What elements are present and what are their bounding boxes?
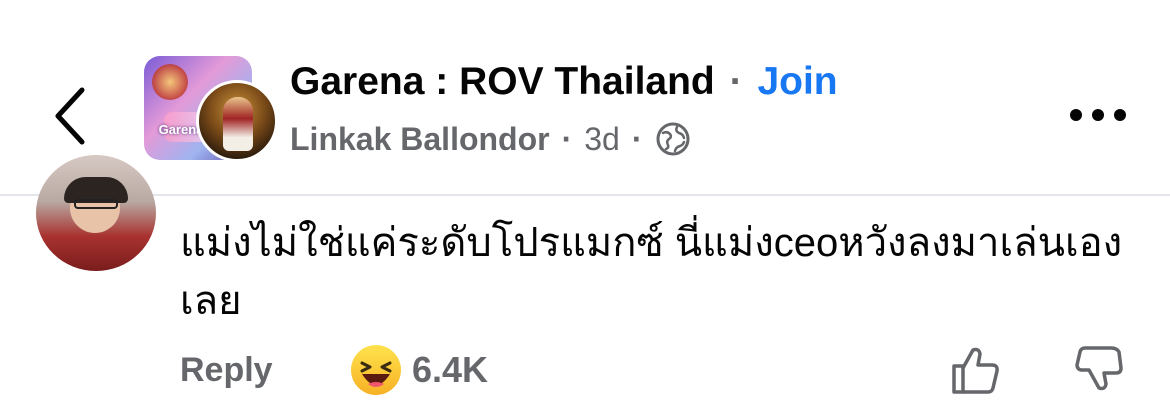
chevron-left-icon: [55, 87, 85, 145]
author-avatar-figure: [223, 97, 253, 151]
title-separator: ·: [729, 60, 743, 103]
commenter-avatar[interactable]: [36, 155, 156, 271]
comment-text: แม่งไม่ใช่แค่ระดับโปรแมกซ์ นี่แม่งceoหวั…: [180, 221, 1123, 323]
post-title: Garena : ROV Thailand · Join: [290, 58, 838, 106]
globe-icon: [655, 121, 691, 157]
reply-button[interactable]: Reply: [180, 348, 273, 392]
more-icon: [1070, 109, 1126, 121]
thumbs-up-icon: [952, 347, 999, 394]
post-meta: Linkak Ballondor · 3d ·: [290, 118, 691, 160]
back-button[interactable]: [44, 78, 104, 154]
post-time[interactable]: 3d: [584, 118, 620, 160]
like-button[interactable]: [948, 344, 1002, 396]
reaction-count: 6.4K: [412, 349, 489, 390]
meta-separator: ·: [631, 121, 643, 157]
header-divider: [0, 194, 1170, 196]
reaction-summary[interactable]: 6.4K: [350, 344, 488, 396]
haha-emoji-icon: [351, 345, 401, 395]
thumbs-down-icon: [1075, 346, 1123, 391]
meta-separator: ·: [561, 121, 573, 157]
group-avatar-art: [152, 64, 188, 100]
join-button[interactable]: Join: [757, 60, 837, 103]
author-name[interactable]: Linkak Ballondor: [290, 118, 550, 160]
author-avatar[interactable]: [196, 80, 278, 162]
dislike-button[interactable]: [1072, 344, 1126, 396]
more-options-button[interactable]: [1066, 100, 1130, 130]
commenter-avatar-glasses: [74, 199, 118, 209]
group-name[interactable]: Garena : ROV Thailand: [290, 60, 715, 103]
